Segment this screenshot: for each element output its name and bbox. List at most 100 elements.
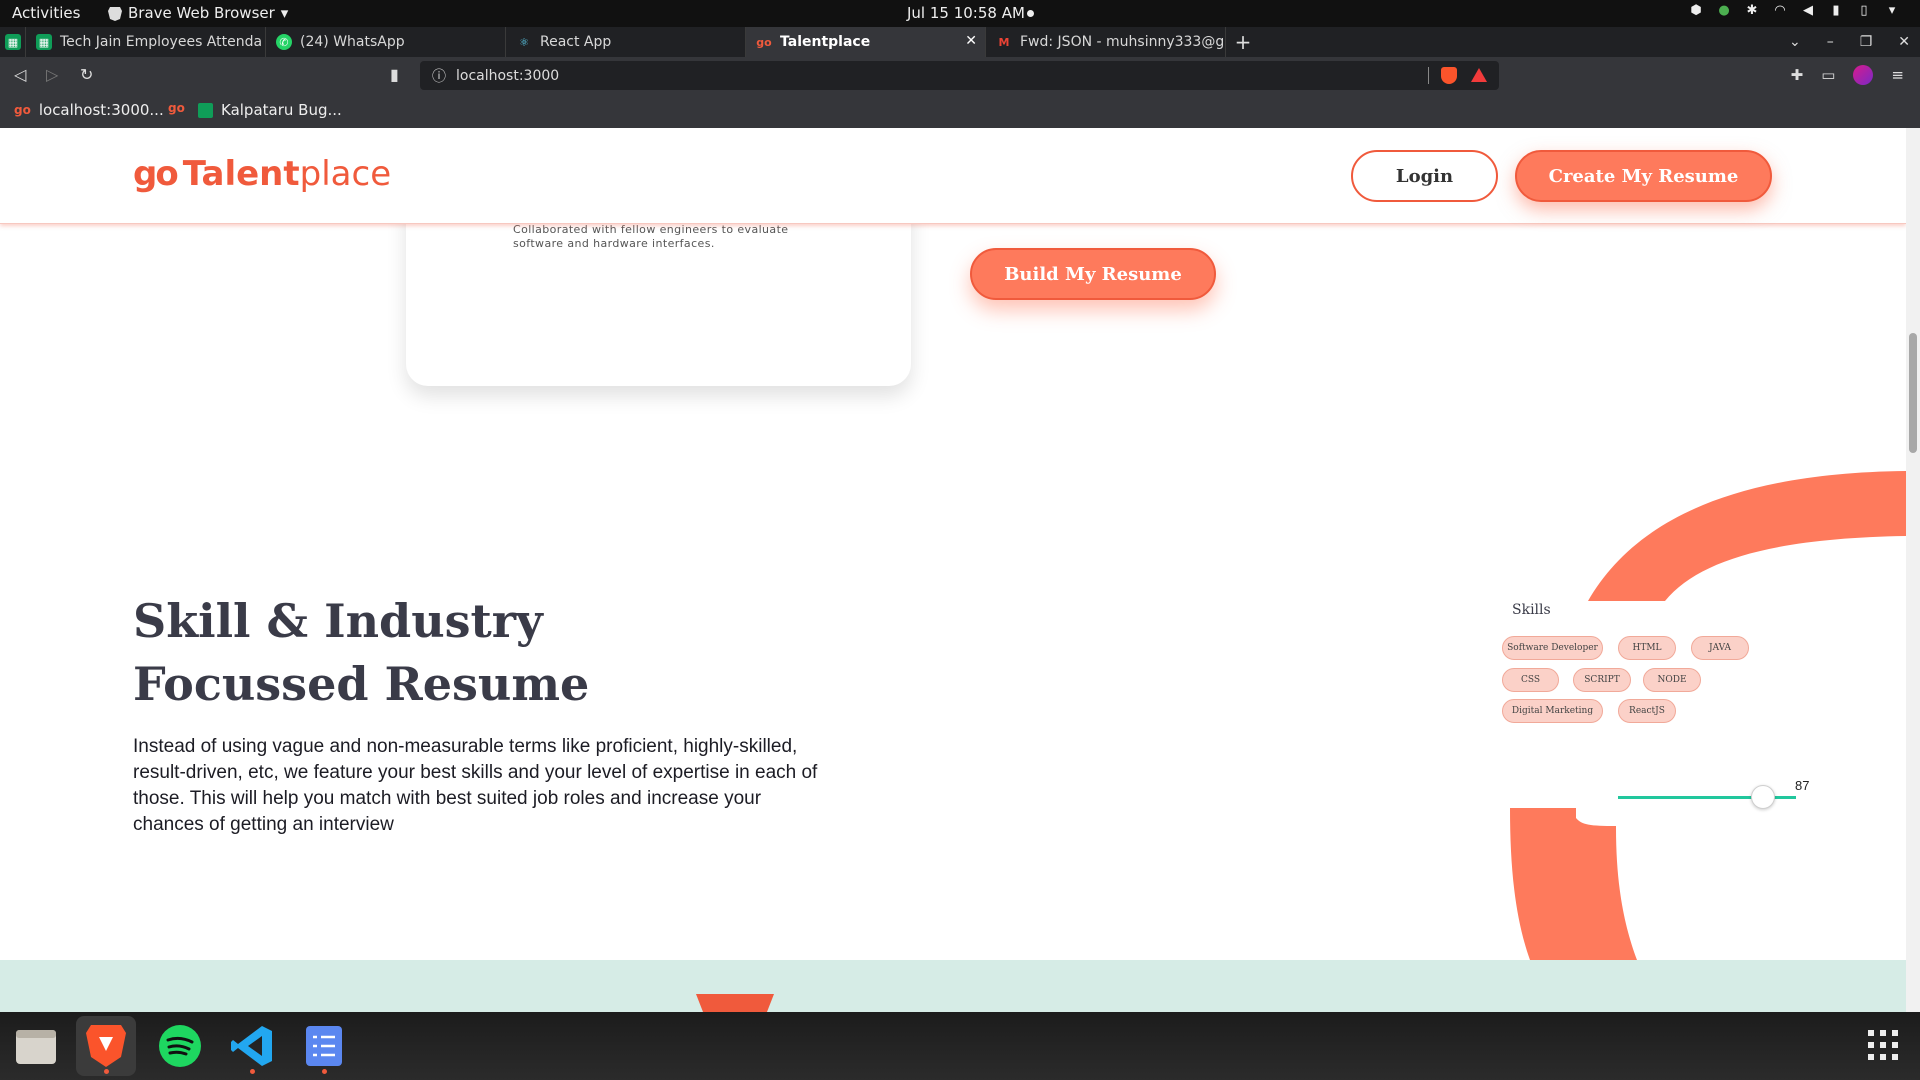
bookmark-label: localhost:3000... xyxy=(38,101,164,119)
skill-chip: JAVA xyxy=(1691,636,1749,660)
coral-arc-top xyxy=(1588,471,1906,601)
files-app[interactable] xyxy=(6,1016,66,1076)
bookmark-label: Kalpataru Bug... xyxy=(221,101,342,119)
talentplace-icon: go xyxy=(756,35,772,49)
menu-icon[interactable]: ≡ xyxy=(1891,66,1904,84)
activities-button[interactable]: Activities xyxy=(12,4,80,22)
tab-tech-jain-employees[interactable]: ▦ Tech Jain Employees Attenda xyxy=(26,27,266,57)
skill-chip: ReactJS xyxy=(1618,699,1676,723)
talentplace-logo[interactable]: go Talentplace xyxy=(133,154,391,194)
wifi-icon[interactable]: ◠ xyxy=(1772,3,1788,19)
skill-chip: Digital Marketing xyxy=(1502,699,1603,723)
wallet-icon[interactable]: ▭ xyxy=(1821,66,1835,84)
tab-gmail[interactable]: M Fwd: JSON - muhsinny333@g xyxy=(986,27,1226,57)
login-button[interactable]: Login xyxy=(1351,150,1498,202)
address-bar[interactable]: ⓘ localhost:3000 xyxy=(420,61,1499,90)
site-info-icon[interactable]: ⓘ xyxy=(432,66,446,86)
brave-icon xyxy=(86,1025,126,1067)
running-indicator xyxy=(250,1069,255,1074)
notification-dot xyxy=(1027,10,1034,17)
brave-rewards-icon[interactable] xyxy=(1471,68,1487,82)
tasks-app[interactable] xyxy=(294,1016,354,1076)
tab-label: React App xyxy=(540,34,612,50)
pinned-tab[interactable]: ▦ xyxy=(0,27,26,57)
clock[interactable]: Jul 15 10:58 AM xyxy=(907,4,1025,22)
vscode-app[interactable] xyxy=(222,1016,282,1076)
tab-strip: ▦ ▦ Tech Jain Employees Attenda ✆ (24) W… xyxy=(0,27,1920,57)
app-menu[interactable]: Brave Web Browser ▾ xyxy=(108,4,288,22)
microphone-icon[interactable]: ▮ xyxy=(1828,3,1844,19)
tab-label: Fwd: JSON - muhsinny333@g xyxy=(1020,34,1225,50)
badge-icon xyxy=(696,994,774,1012)
bookmark-folder[interactable]: go xyxy=(168,101,185,115)
extensions-icon[interactable]: ✚ xyxy=(1791,66,1804,84)
tab-react-app[interactable]: ⚛ React App xyxy=(506,27,746,57)
power-menu-icon[interactable]: ▾ xyxy=(1884,3,1900,19)
bookmark-icon[interactable]: ▮ xyxy=(390,65,399,84)
tab-talentplace[interactable]: go Talentplace ✕ xyxy=(746,27,986,57)
google-sheets-icon: ▦ xyxy=(36,34,52,50)
bookmarks-bar: go localhost:3000... go Kalpataru Bug... xyxy=(0,94,1920,128)
talentplace-icon: go xyxy=(14,103,31,117)
show-applications-icon[interactable] xyxy=(1868,1030,1898,1060)
next-section-band xyxy=(0,960,1906,1012)
tasks-icon xyxy=(306,1026,342,1066)
skills-title: Skills xyxy=(1512,602,1551,618)
logo-wordmark: Talentplace xyxy=(182,154,392,194)
back-icon[interactable]: ◁ xyxy=(14,65,26,84)
skill-chip: CSS xyxy=(1502,668,1559,692)
coral-arc-bottom xyxy=(1510,808,1637,960)
whatsapp-icon: ✆ xyxy=(276,34,292,50)
gmail-icon: M xyxy=(998,35,1010,49)
spotify-icon xyxy=(159,1025,201,1067)
new-tab-button[interactable]: + xyxy=(1226,27,1260,57)
skill-chip: SCRIPT xyxy=(1573,668,1631,692)
reload-icon[interactable]: ↻ xyxy=(80,65,93,84)
slack-icon[interactable]: ✱ xyxy=(1744,3,1760,19)
check-icon[interactable]: ● xyxy=(1716,3,1732,19)
minimize-icon[interactable]: – xyxy=(1827,34,1834,50)
skill-chip: NODE xyxy=(1643,668,1701,692)
caret-down-icon: ▾ xyxy=(280,4,289,22)
react-icon: ⚛ xyxy=(519,35,529,49)
slider-knob[interactable] xyxy=(1750,785,1775,809)
skill-level-value: 87 xyxy=(1795,778,1810,793)
tab-label: (24) WhatsApp xyxy=(300,34,405,50)
forward-icon[interactable]: ▷ xyxy=(46,65,58,84)
brave-shields-icon[interactable] xyxy=(1441,67,1457,84)
section-title-line-1: Skill & Industry xyxy=(133,594,543,648)
divider xyxy=(1428,67,1429,84)
taskbar-dock xyxy=(0,1012,1920,1080)
page-scrollbar[interactable] xyxy=(1906,128,1920,1012)
skill-level-slider[interactable] xyxy=(1618,785,1796,809)
logo-mark: go xyxy=(133,154,179,194)
window-controls: ⌄ – ❐ ✕ xyxy=(1789,27,1910,57)
volume-icon[interactable]: ◀ xyxy=(1800,3,1816,19)
battery-icon[interactable]: ▯ xyxy=(1856,3,1872,19)
bookmark-localhost[interactable]: go localhost:3000... xyxy=(14,101,164,119)
talentplace-icon: go xyxy=(168,101,185,115)
section-title: Skill & Industry Focussed Resume xyxy=(133,590,589,716)
skill-chip: HTML xyxy=(1618,636,1676,660)
site-header: go Talentplace Login Create My Resume xyxy=(0,128,1906,224)
url-text[interactable]: localhost:3000 xyxy=(456,68,559,84)
tab-whatsapp[interactable]: ✆ (24) WhatsApp xyxy=(266,27,506,57)
vscode-icon xyxy=(231,1026,272,1066)
spotify-app[interactable] xyxy=(150,1016,210,1076)
page-viewport: Collaborated with fellow engineers to ev… xyxy=(0,128,1906,1012)
system-tray[interactable]: ⬢ ● ✱ ◠ ◀ ▮ ▯ ▾ xyxy=(1688,3,1900,19)
brave-lion-icon xyxy=(108,6,122,21)
close-tab-icon[interactable]: ✕ xyxy=(965,33,977,49)
shield-icon[interactable]: ⬢ xyxy=(1688,3,1704,19)
create-my-resume-button[interactable]: Create My Resume xyxy=(1515,150,1772,202)
tab-search-icon[interactable]: ⌄ xyxy=(1789,34,1801,50)
profile-avatar[interactable] xyxy=(1853,65,1874,85)
toolbar: ◁ ▷ ↻ ▮ ⓘ localhost:3000 ✚ ▭ ≡ xyxy=(0,57,1920,94)
tab-label: Talentplace xyxy=(780,34,871,50)
scrollbar-thumb[interactable] xyxy=(1909,333,1917,453)
brave-app[interactable] xyxy=(76,1016,136,1076)
toolbar-right: ✚ ▭ ≡ xyxy=(1791,65,1904,85)
maximize-icon[interactable]: ❐ xyxy=(1860,34,1873,50)
bookmark-kalpataru[interactable]: Kalpataru Bug... xyxy=(198,101,342,119)
close-window-icon[interactable]: ✕ xyxy=(1898,34,1910,50)
